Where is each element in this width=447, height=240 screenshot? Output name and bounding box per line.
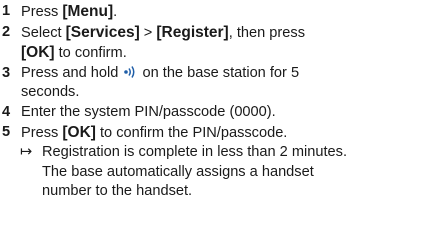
step-number: 3 bbox=[2, 64, 11, 81]
menu-key: [Menu] bbox=[62, 3, 114, 20]
step-number: 1 bbox=[2, 3, 11, 19]
result-text: Registration is complete in less than 2 … bbox=[42, 143, 447, 202]
step-text-part: Press bbox=[21, 4, 63, 20]
ok-key: [OK] bbox=[62, 123, 96, 141]
step-text-part: to confirm. bbox=[54, 45, 127, 62]
step-text: Press [Menu]. bbox=[17, 2, 447, 23]
step-text-part: , then press bbox=[228, 24, 305, 41]
step-3: 3 Press and hold on the base station for… bbox=[0, 64, 447, 103]
step-number: 2 bbox=[2, 23, 11, 40]
services-key: [Services] bbox=[65, 23, 140, 41]
signal-wave-icon bbox=[124, 65, 135, 78]
step-text-part: on the base station for 5 bbox=[138, 64, 300, 81]
step-4: 4 Enter the system PIN/passcode (0000). bbox=[0, 103, 447, 123]
instruction-list: 1 Press [Menu]. 2 Select [Services] > [R… bbox=[0, 0, 447, 202]
step-text: Select [Services] > [Register], then pre… bbox=[17, 23, 447, 64]
step-text-part: > bbox=[139, 24, 157, 41]
register-key: [Register] bbox=[156, 23, 229, 41]
step-1: 1 Press [Menu]. bbox=[0, 2, 447, 23]
step-text-part: seconds. bbox=[21, 84, 80, 101]
step-text-part: Select bbox=[21, 24, 66, 41]
step-text-part: to confirm the PIN/passcode. bbox=[95, 124, 288, 141]
result-line: Registration is complete in less than 2 … bbox=[42, 144, 347, 161]
step-text: Enter the system PIN/passcode (0000). bbox=[21, 103, 276, 120]
step-text-part: Press bbox=[21, 124, 63, 141]
step-number: 5 bbox=[2, 123, 11, 140]
step-text-part: . bbox=[113, 4, 118, 20]
step-text-part: Press and hold bbox=[21, 64, 123, 81]
step-text: Press [OK] to confirm the PIN/passcode. bbox=[17, 123, 447, 144]
step-5: 5 Press [OK] to confirm the PIN/passcode… bbox=[0, 123, 447, 144]
step-number: 4 bbox=[2, 103, 11, 120]
step-text: Press and hold on the base station for 5… bbox=[17, 64, 447, 103]
step-2: 2 Select [Services] > [Register], then p… bbox=[0, 23, 447, 64]
result-note: ↦ Registration is complete in less than … bbox=[0, 143, 447, 202]
ok-key: [OK] bbox=[21, 44, 55, 62]
result-line: The base automatically assigns a handset bbox=[42, 163, 314, 180]
result-line: number to the handset. bbox=[42, 183, 193, 200]
result-arrow-icon: ↦ bbox=[20, 144, 33, 161]
